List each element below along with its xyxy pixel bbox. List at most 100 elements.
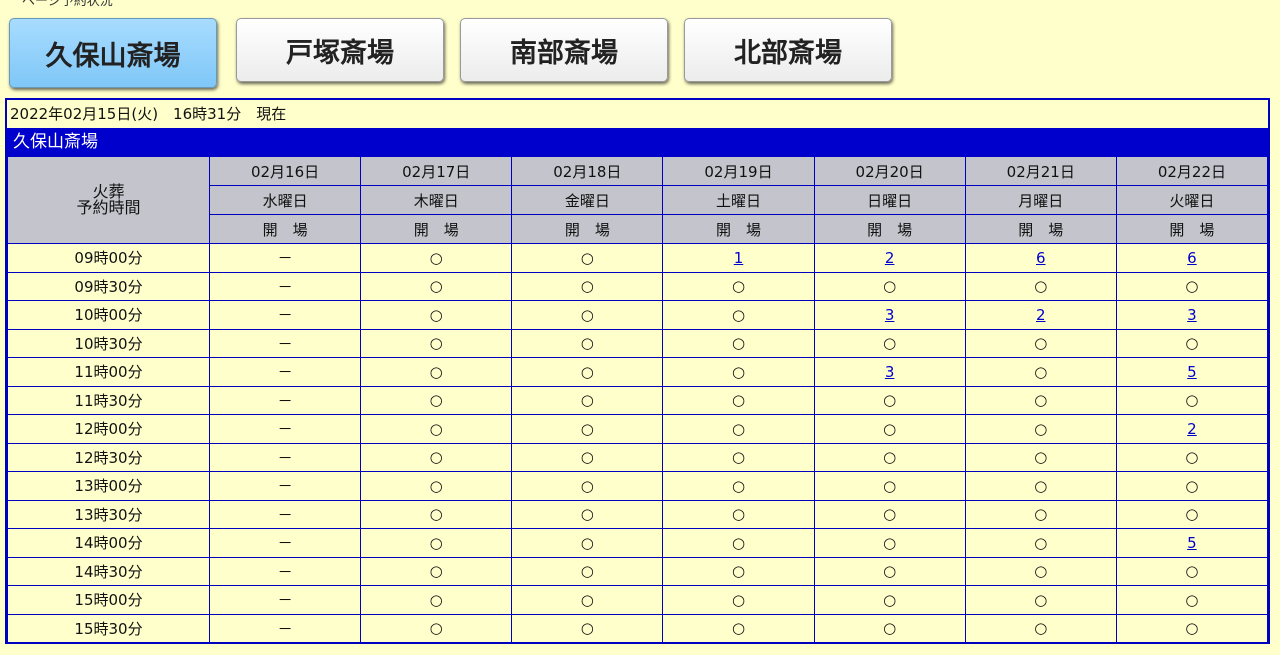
- availability-cell: ○: [813, 328, 966, 358]
- time-slot-label: 13時30分: [7, 499, 210, 529]
- reservation-count-link[interactable]: 3: [885, 306, 895, 324]
- availability-cell: －: [208, 385, 362, 415]
- table-row: 10時00分－ ○ ○ ○ 3 2 3: [7, 300, 1269, 330]
- availability-cell: ○: [813, 442, 966, 472]
- day-status-header: 開 場: [964, 214, 1117, 244]
- availability-cell: 6: [964, 243, 1117, 273]
- reservation-count-link[interactable]: 1: [734, 249, 744, 267]
- reservation-count-link[interactable]: 2: [885, 249, 895, 267]
- availability-cell: ○: [360, 499, 513, 529]
- availability-cell: －: [208, 300, 362, 330]
- availability-cell: －: [208, 528, 362, 558]
- page-header-text: ページ予約状況: [22, 0, 113, 8]
- availability-cell: ○: [1115, 556, 1269, 586]
- availability-cell: ○: [511, 414, 664, 444]
- time-slot-label: 14時30分: [7, 556, 210, 586]
- availability-cell: 3: [813, 300, 966, 330]
- time-slot-label: 10時30分: [7, 328, 210, 358]
- day-status-header: 開 場: [813, 214, 966, 244]
- day-date-header: 02月20日: [813, 156, 966, 186]
- availability-cell: ○: [360, 243, 513, 273]
- availability-cell: ○: [511, 528, 664, 558]
- corner-label: 火葬 予約時間: [7, 156, 210, 244]
- availability-cell: ○: [662, 471, 815, 501]
- availability-cell: ○: [1115, 613, 1269, 643]
- day-weekday-header: 金曜日: [511, 185, 664, 215]
- availability-cell: ○: [360, 328, 513, 358]
- reservation-count-link[interactable]: 2: [1036, 306, 1046, 324]
- availability-cell: ○: [511, 357, 664, 387]
- availability-cell: ○: [360, 357, 513, 387]
- reservation-count-link[interactable]: 2: [1187, 420, 1197, 438]
- availability-cell: ○: [511, 613, 664, 643]
- tab-kuboyama[interactable]: 久保山斎場: [9, 18, 217, 88]
- day-status-header: 開 場: [208, 214, 362, 244]
- availability-cell: ○: [662, 528, 815, 558]
- availability-cell: ○: [813, 585, 966, 615]
- availability-cell: ○: [511, 585, 664, 615]
- table-row: 15時30分－ ○ ○ ○ ○ ○ ○: [7, 613, 1269, 643]
- corner-label-line2: 予約時間: [76, 198, 141, 217]
- reservation-count-link[interactable]: 3: [1187, 306, 1197, 324]
- availability-cell: ○: [1115, 385, 1269, 415]
- table-row: 15時00分－ ○ ○ ○ ○ ○ ○: [7, 585, 1269, 615]
- availability-cell: ○: [964, 499, 1117, 529]
- reservation-count-link[interactable]: 6: [1036, 249, 1046, 267]
- table-row: 09時30分－ ○ ○ ○ ○ ○ ○: [7, 271, 1269, 301]
- availability-cell: ○: [511, 471, 664, 501]
- availability-cell: ○: [662, 385, 815, 415]
- day-date-header: 02月18日: [511, 156, 664, 186]
- reservation-count-link[interactable]: 5: [1187, 363, 1197, 381]
- availability-cell: －: [208, 556, 362, 586]
- availability-cell: ○: [964, 442, 1117, 472]
- availability-cell: ○: [964, 556, 1117, 586]
- day-status-header: 開 場: [1115, 214, 1269, 244]
- availability-cell: ○: [662, 585, 815, 615]
- day-date-header: 02月17日: [360, 156, 513, 186]
- availability-cell: ○: [813, 471, 966, 501]
- availability-cell: 3: [813, 357, 966, 387]
- availability-cell: ○: [964, 357, 1117, 387]
- availability-cell: －: [208, 328, 362, 358]
- table-row: 11時00分－ ○ ○ ○ 3 ○ 5: [7, 357, 1269, 387]
- table-row: 10時30分－ ○ ○ ○ ○ ○ ○: [7, 328, 1269, 358]
- table-body: 09時00分－ ○ ○ 1 2 6 6 09時30分－ ○ ○ ○ ○ ○ ○ 10時00分－ ○ ○ ○ 3 2 3 1…: [7, 243, 1269, 643]
- availability-cell: 5: [1115, 528, 1269, 558]
- day-date-header: 02月16日: [208, 156, 362, 186]
- availability-cell: ○: [511, 300, 664, 330]
- time-slot-label: 12時00分: [7, 414, 210, 444]
- reservation-count-link[interactable]: 3: [885, 363, 895, 381]
- time-slot-label: 13時00分: [7, 471, 210, 501]
- tab-totsuka[interactable]: 戸塚斎場: [236, 18, 444, 82]
- availability-cell: ○: [360, 300, 513, 330]
- availability-cell: －: [208, 471, 362, 501]
- day-weekday-header: 水曜日: [208, 185, 362, 215]
- reservation-count-link[interactable]: 5: [1187, 534, 1197, 552]
- time-slot-label: 12時30分: [7, 442, 210, 472]
- availability-cell: ○: [662, 414, 815, 444]
- availability-cell: 5: [1115, 357, 1269, 387]
- availability-cell: ○: [360, 613, 513, 643]
- time-slot-label: 15時00分: [7, 585, 210, 615]
- availability-cell: ○: [964, 271, 1117, 301]
- day-date-header: 02月21日: [964, 156, 1117, 186]
- availability-cell: ○: [360, 585, 513, 615]
- availability-cell: ○: [813, 414, 966, 444]
- availability-cell: ○: [511, 385, 664, 415]
- tab-hokubu[interactable]: 北部斎場: [684, 18, 892, 82]
- availability-cell: ○: [511, 499, 664, 529]
- availability-cell: ○: [662, 499, 815, 529]
- availability-cell: ○: [964, 385, 1117, 415]
- table-header: 火葬 予約時間 02月16日 02月17日 02月18日 02月19日 02月20日 02月2…: [7, 156, 1269, 244]
- reservation-count-link[interactable]: 6: [1187, 249, 1197, 267]
- time-slot-label: 11時30分: [7, 385, 210, 415]
- table-row: 12時00分－ ○ ○ ○ ○ ○ 2: [7, 414, 1269, 444]
- availability-cell: ○: [1115, 499, 1269, 529]
- time-slot-label: 11時00分: [7, 357, 210, 387]
- availability-cell: ○: [813, 271, 966, 301]
- table-row: 11時30分－ ○ ○ ○ ○ ○ ○: [7, 385, 1269, 415]
- tab-nanbu[interactable]: 南部斎場: [460, 18, 668, 82]
- table-row: 13時00分－ ○ ○ ○ ○ ○ ○: [7, 471, 1269, 501]
- availability-cell: ○: [964, 528, 1117, 558]
- hall-name-bar: 久保山斎場: [7, 128, 1268, 156]
